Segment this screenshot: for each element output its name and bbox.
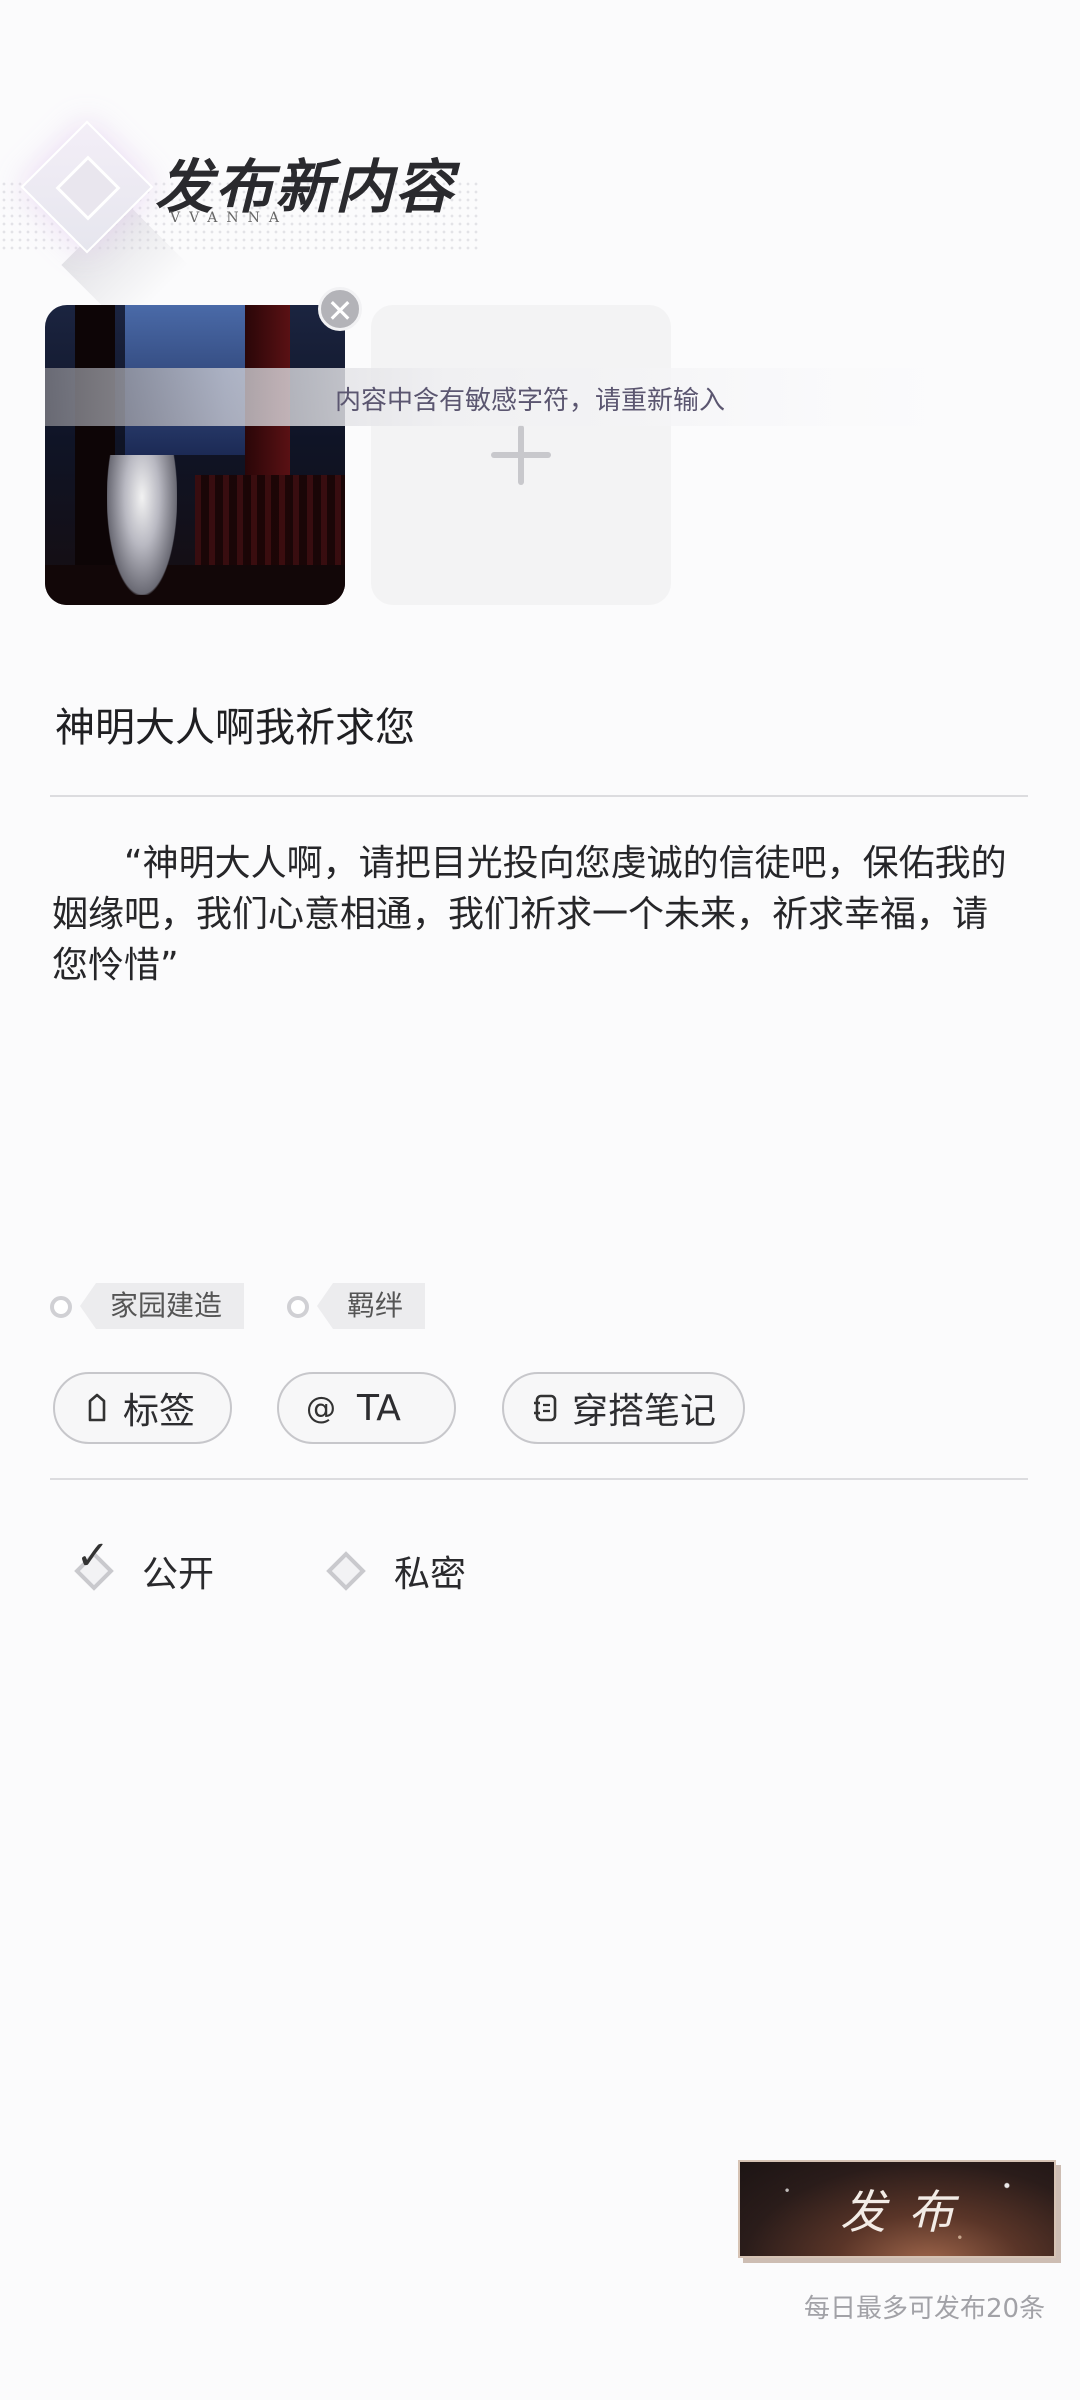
remove-image-close-icon[interactable]: ✕ bbox=[318, 287, 362, 331]
toast-message: 内容中含有敏感字符，请重新输入 bbox=[335, 386, 726, 416]
options-divider bbox=[50, 1478, 1028, 1480]
outfit-notes-button[interactable]: 穿搭笔记 bbox=[502, 1372, 745, 1444]
at-icon: @ bbox=[306, 1390, 336, 1426]
page-header: 发布新内容 VVANNA bbox=[0, 100, 520, 329]
publish-button[interactable]: 发布 bbox=[738, 2160, 1056, 2258]
topic-ring-icon bbox=[50, 1296, 72, 1318]
post-body-textarea[interactable]: “神明大人啊，请把目光投向您虔诚的信徒吧，保佑我的姻缘吧，我们心意相通，我们祈求… bbox=[52, 838, 1012, 991]
visibility-private-label: 私密 bbox=[394, 1554, 467, 1595]
visibility-public-label: 公开 bbox=[142, 1554, 215, 1595]
add-image-button[interactable] bbox=[371, 305, 671, 605]
checkbox-diamond-icon bbox=[326, 1551, 366, 1591]
publish-button-label: 发布 bbox=[840, 2185, 976, 2239]
topic-chip-label: 羁绊 bbox=[317, 1283, 426, 1329]
tag-button-label: 标签 bbox=[123, 1391, 196, 1432]
tag-icon bbox=[83, 1391, 111, 1425]
uploaded-image-thumbnail[interactable] bbox=[45, 305, 345, 605]
checkmark-icon: ✓ bbox=[76, 1533, 110, 1579]
mention-button[interactable]: @ TA bbox=[277, 1372, 456, 1444]
topic-ring-icon bbox=[287, 1296, 309, 1318]
brand-subtitle: VVANNA bbox=[170, 210, 288, 226]
notebook-icon bbox=[532, 1391, 560, 1425]
title-divider bbox=[50, 795, 1028, 797]
visibility-public-option[interactable]: ✓ 公开 bbox=[74, 1533, 215, 1597]
mention-button-label: TA bbox=[357, 1387, 401, 1429]
outfit-notes-label: 穿搭笔记 bbox=[572, 1391, 717, 1432]
tag-button[interactable]: 标签 bbox=[53, 1372, 232, 1444]
visibility-private-option[interactable]: 私密 bbox=[326, 1545, 467, 1597]
post-title-input[interactable]: 神明大人啊我祈求您 bbox=[55, 695, 415, 753]
publish-limit-note: 每日最多可发布20条 bbox=[804, 2294, 1046, 2324]
topic-chip-label: 家园建造 bbox=[80, 1283, 245, 1329]
